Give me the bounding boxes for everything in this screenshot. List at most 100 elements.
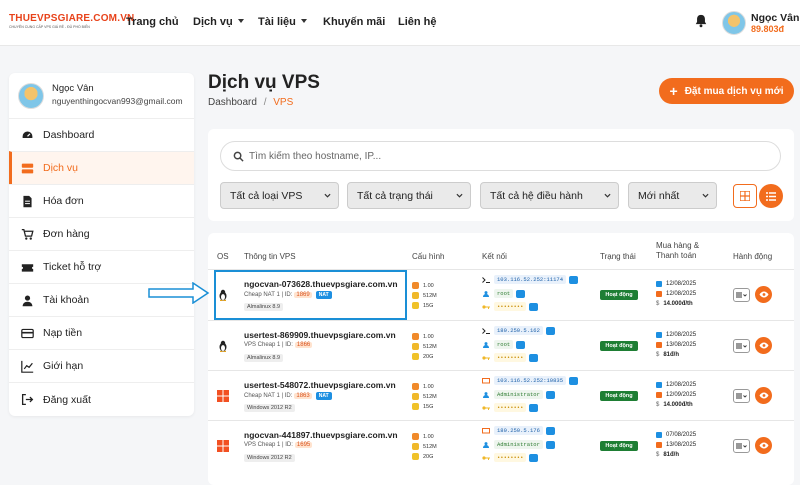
sidebar-item-label: Hóa đơn — [43, 195, 84, 207]
copy-icon[interactable] — [545, 426, 555, 435]
action-menu-button[interactable] — [733, 288, 750, 302]
user-name[interactable]: Ngọc Vân — [751, 12, 799, 24]
sidebar-item-tickets[interactable]: Ticket hỗ trợ — [9, 250, 194, 283]
arrow-right-icon — [148, 282, 210, 304]
sidebar-item-services[interactable]: Dịch vụ — [9, 151, 194, 184]
copy-icon[interactable] — [516, 289, 526, 298]
vps-plan-label: VPS Cheap 1 | ID: — [244, 342, 293, 348]
purchase-date: 07/08/2025 — [656, 432, 696, 438]
sidebar-item-logout[interactable]: Đăng xuất — [9, 382, 194, 416]
filter-type-select[interactable]: Tất cả loại VPS — [220, 182, 339, 209]
vps-hostname[interactable]: usertest-548072.thuevpsgiare.com.vn — [244, 380, 396, 390]
calendar-icon — [656, 382, 662, 388]
nav-docs[interactable]: Tài liệu — [258, 16, 307, 28]
cpu-icon — [412, 282, 419, 289]
search-input[interactable]: Tìm kiếm theo hostname, IP... — [220, 141, 781, 171]
nav-contact[interactable]: Liên hệ — [398, 16, 437, 28]
grid-view-button[interactable] — [733, 184, 757, 208]
vps-os-badge: Almalinux 8.9 — [244, 354, 284, 362]
filter-status-select[interactable]: Tất cả trạng thái — [347, 182, 471, 209]
due-date-value: 13/08/2025 — [666, 442, 697, 448]
view-details-button[interactable] — [755, 337, 772, 354]
brand-logo[interactable]: THUEVPSGIARE.COM.VN CHUYÊN CUNG CẤP VPS … — [9, 13, 134, 33]
password-value: •••••••• — [494, 403, 527, 412]
sidebar-item-invoices[interactable]: Hóa đơn — [9, 184, 194, 217]
breadcrumb: Dashboard / VPS — [208, 97, 293, 108]
sidebar-item-label: Dashboard — [43, 129, 95, 141]
calendar-icon — [656, 392, 662, 398]
chevron-down-icon — [324, 193, 331, 198]
spec-ram: 512M — [412, 393, 437, 400]
nav-services[interactable]: Dịch vụ — [193, 16, 244, 28]
filter-card: Tìm kiếm theo hostname, IP... Tất cả loạ… — [208, 129, 794, 221]
copy-icon[interactable] — [569, 275, 579, 284]
spec-ram: 512M — [412, 443, 437, 450]
vps-hostname[interactable]: ngocvan-441897.thuevpsgiare.com.vn — [244, 430, 398, 440]
order-button-label: Đặt mua dịch vụ mới — [684, 85, 784, 97]
status-badge: Hoạt động — [600, 341, 638, 351]
dollar-icon: $ — [656, 352, 660, 358]
sidebar-item-limits[interactable]: Giới hạn — [9, 349, 194, 382]
spec-disk-value: 15G — [423, 302, 434, 309]
calendar-icon — [656, 432, 662, 438]
bell-icon[interactable] — [694, 14, 708, 28]
list-view-button[interactable] — [759, 184, 783, 208]
connection-password: •••••••• — [482, 353, 539, 362]
filter-os-value: Tất cả hệ điều hành — [490, 189, 583, 202]
action-menu-button[interactable] — [733, 339, 750, 353]
sidebar-item-dashboard[interactable]: Dashboard — [9, 118, 194, 151]
copy-icon[interactable] — [529, 353, 539, 362]
spec-cpu-value: 1.00 — [423, 333, 434, 340]
copy-icon[interactable] — [569, 376, 579, 385]
nav-promo[interactable]: Khuyến mãi — [323, 16, 385, 28]
password-value: •••••••• — [494, 453, 527, 462]
column-header-billing: Mua hàng & Thanh toán — [656, 241, 699, 261]
user-icon — [483, 391, 489, 398]
vps-hostname[interactable]: usertest-869909.thuevpsgiare.com.vn — [244, 330, 396, 340]
list-icon — [766, 191, 776, 201]
vps-plan: Cheap NAT 1 | ID: 1863 NAT — [244, 392, 332, 400]
filter-os-select[interactable]: Tất cả hệ điều hành — [480, 182, 619, 209]
order-new-service-button[interactable]: + Đặt mua dịch vụ mới — [659, 78, 794, 104]
username-value: Administrator — [494, 390, 543, 399]
monitor-icon — [482, 377, 490, 383]
copy-icon[interactable] — [545, 440, 555, 449]
speedometer-icon — [22, 130, 33, 138]
copy-icon[interactable] — [545, 326, 555, 335]
sidebar-item-topup[interactable]: Nạp tiền — [9, 316, 194, 349]
disk-icon — [412, 453, 419, 460]
view-details-button[interactable] — [755, 387, 772, 404]
copy-icon[interactable] — [516, 340, 526, 349]
copy-icon[interactable] — [545, 390, 555, 399]
copy-icon[interactable] — [529, 302, 539, 311]
copy-icon[interactable] — [529, 453, 539, 462]
purchase-date-value: 07/08/2025 — [666, 432, 697, 438]
view-details-button[interactable] — [755, 286, 772, 303]
sidebar-item-orders[interactable]: Đơn hàng — [9, 217, 194, 250]
breadcrumb-home[interactable]: Dashboard — [208, 97, 257, 108]
spec-ram-value: 512M — [423, 292, 437, 299]
connection-user: root — [482, 340, 526, 349]
ip-value: 103.116.52.252:10835 — [494, 376, 567, 385]
sort-select[interactable]: Mới nhất — [628, 182, 717, 209]
cpu-icon — [412, 383, 419, 390]
price-value: 81đ/h — [663, 452, 680, 458]
purchase-date: 12/08/2025 — [656, 281, 696, 287]
key-icon — [482, 455, 490, 460]
action-menu-button[interactable] — [733, 439, 750, 453]
avatar[interactable] — [722, 11, 746, 35]
action-menu-button[interactable] — [733, 389, 750, 403]
menu-icon — [736, 393, 747, 399]
spec-ram-value: 512M — [423, 443, 437, 450]
nat-badge: NAT — [315, 392, 332, 400]
spec-cpu-value: 1.00 — [423, 433, 434, 440]
due-date: 13/08/2025 — [656, 342, 696, 348]
nav-home[interactable]: Trang chủ — [126, 16, 179, 28]
memory-icon — [412, 393, 419, 400]
view-details-button[interactable] — [755, 437, 772, 454]
eye-icon — [759, 442, 768, 449]
vps-id: 1863 — [294, 393, 312, 399]
copy-icon[interactable] — [529, 403, 539, 412]
plus-icon: + — [669, 83, 678, 99]
invoice-icon — [23, 195, 32, 207]
